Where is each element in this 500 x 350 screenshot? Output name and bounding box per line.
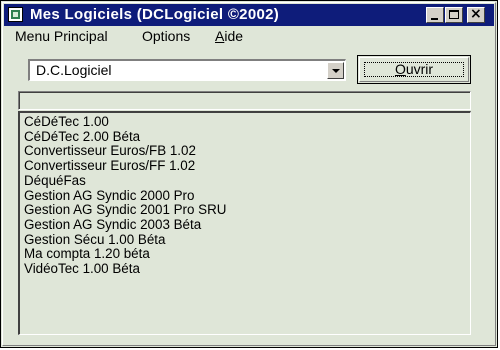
publisher-select[interactable]: D.C.Logiciel bbox=[28, 59, 346, 81]
list-item[interactable]: Gestion AG Syndic 2003 Béta bbox=[24, 217, 226, 233]
app-icon[interactable] bbox=[8, 7, 23, 22]
main-window: Mes Logiciels (DCLogiciel ©2002) × Menu … bbox=[0, 0, 498, 348]
software-list-items: CéDéTec 1.00 CéDéTec 2.00 Béta Convertis… bbox=[24, 114, 226, 277]
close-icon: × bbox=[470, 6, 482, 22]
close-button[interactable]: × bbox=[467, 6, 485, 23]
maximize-icon bbox=[449, 10, 459, 19]
list-item[interactable]: DéquéFas bbox=[24, 173, 226, 189]
maximize-button[interactable] bbox=[445, 7, 463, 23]
menu-aide[interactable]: Aide bbox=[215, 28, 243, 44]
list-item[interactable]: Convertisseur Euros/FB 1.02 bbox=[24, 144, 226, 159]
list-item[interactable]: Gestion AG Syndic 2001 Pro SRU bbox=[24, 203, 226, 218]
title-bar[interactable]: Mes Logiciels (DCLogiciel ©2002) × bbox=[4, 4, 494, 26]
menu-options[interactable]: Options bbox=[142, 28, 190, 44]
list-item[interactable]: Gestion AG Syndic 2000 Pro bbox=[24, 188, 226, 204]
window-title: Mes Logiciels (DCLogiciel ©2002) bbox=[30, 6, 280, 23]
open-button-label: Ouvrir bbox=[358, 61, 470, 77]
minimize-icon bbox=[431, 18, 438, 20]
menu-principal[interactable]: Menu Principal bbox=[15, 28, 108, 44]
list-item[interactable]: Gestion Sécu 1.00 Béta bbox=[24, 232, 226, 248]
list-item[interactable]: Convertisseur Euros/FF 1.02 bbox=[24, 158, 226, 174]
open-button[interactable]: Ouvrir bbox=[357, 55, 471, 84]
description-field bbox=[18, 91, 471, 110]
list-item[interactable]: CéDéTec 2.00 Béta bbox=[24, 129, 226, 145]
open-button-accelerator: O bbox=[394, 61, 406, 77]
publisher-select-value: D.C.Logiciel bbox=[36, 62, 112, 78]
minimize-button[interactable] bbox=[426, 7, 444, 23]
software-list[interactable]: CéDéTec 1.00 CéDéTec 2.00 Béta Convertis… bbox=[18, 111, 471, 335]
open-button-label-rest: uvrir bbox=[405, 61, 434, 77]
list-item[interactable]: Ma compta 1.20 béta bbox=[24, 247, 226, 262]
description-field-inner bbox=[19, 92, 470, 109]
chevron-down-icon[interactable] bbox=[327, 62, 344, 79]
list-item[interactable]: VidéoTec 1.00 Béta bbox=[24, 261, 226, 277]
menu-aide-rest: ide bbox=[224, 28, 244, 44]
list-item[interactable]: CéDéTec 1.00 bbox=[24, 114, 226, 130]
menu-aide-accelerator: A bbox=[215, 28, 225, 44]
